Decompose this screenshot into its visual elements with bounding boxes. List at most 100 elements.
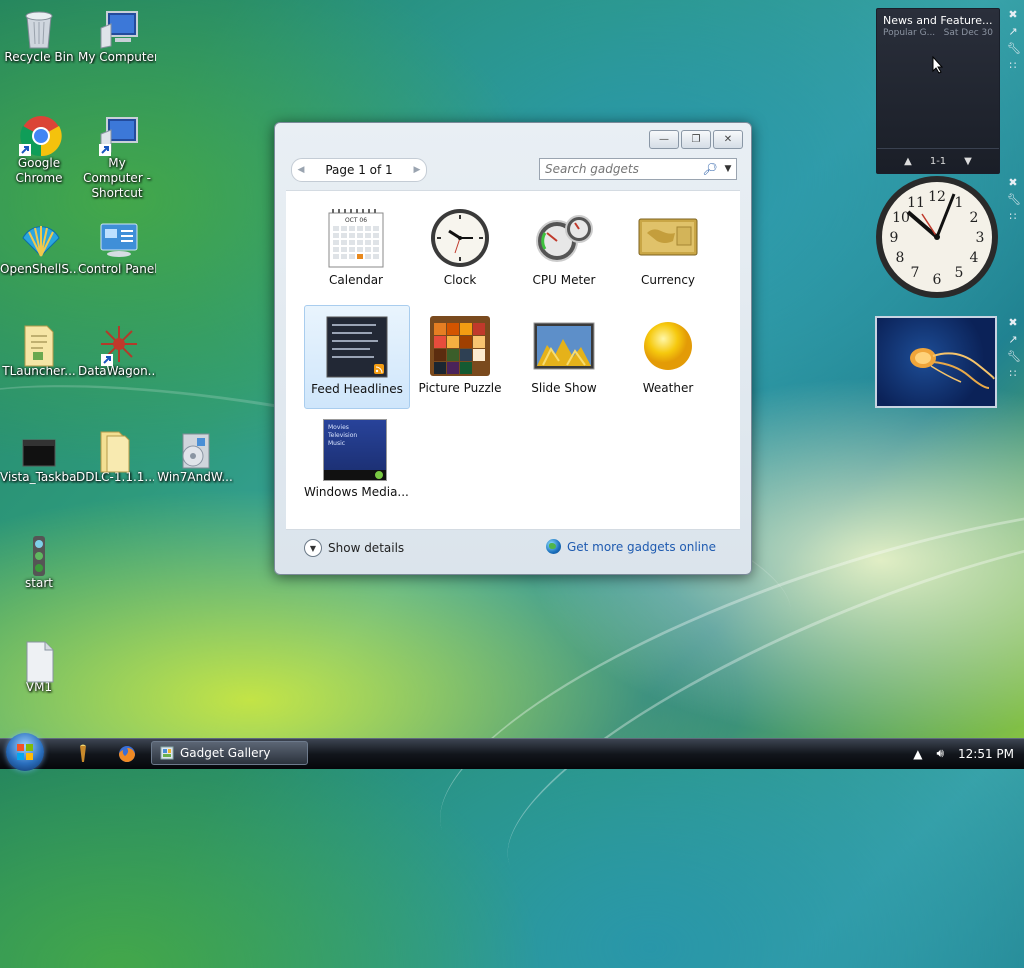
folder-icon: [19, 322, 59, 367]
page-indicator: Page 1 of 1: [325, 163, 393, 177]
quick-launch-firefox-button[interactable]: [117, 744, 137, 764]
svg-text:10: 10: [892, 210, 910, 226]
minimize-button[interactable]: —: [649, 130, 679, 149]
svg-text:2: 2: [970, 210, 979, 226]
taskbar-button-label: Gadget Gallery: [180, 746, 271, 760]
options-gadget-button[interactable]: 🔧︎: [1007, 42, 1021, 56]
gadget-picture-puzzle[interactable]: Picture Puzzle: [408, 305, 512, 407]
windows-media-icon: Movies Television Music: [323, 419, 389, 481]
gadget-feed-headlines[interactable]: Feed Headlines: [304, 305, 410, 409]
feed-source: Popular G...: [883, 28, 936, 38]
close-icon: ✕: [723, 134, 733, 145]
slide-show-icon: [533, 315, 595, 377]
show-hidden-icons-button[interactable]: ▲: [913, 747, 922, 761]
arrow-left-icon: ◀: [297, 165, 305, 175]
desktop-icon-label: My Computer - Shortcut: [83, 156, 151, 200]
desktop-icon-label: Google Chrome: [15, 156, 63, 185]
grip-icon: ∷: [1009, 367, 1017, 380]
svg-text:11: 11: [907, 195, 925, 211]
search-box: 🔎︎ ▼: [539, 158, 737, 180]
desktop-icon-vm1[interactable]: VM1: [0, 638, 78, 694]
options-gadget-button[interactable]: 🔧︎: [1007, 350, 1021, 364]
volume-button[interactable]: 🔊︎: [936, 746, 944, 761]
chrome-icon: [19, 114, 62, 157]
desktop-icon-datawagon[interactable]: DataWagon...: [78, 322, 156, 378]
svg-text:8: 8: [896, 250, 905, 266]
desktop-icon-my-computer-shortcut[interactable]: My Computer - Shortcut: [78, 114, 156, 201]
resize-icon: ↗: [1008, 25, 1018, 38]
search-input[interactable]: [540, 162, 701, 176]
currency-icon: [637, 207, 699, 269]
desktop-icon-control-panel[interactable]: Control Panel: [78, 220, 156, 276]
drag-gadget-handle[interactable]: ∷: [1007, 210, 1019, 224]
clock-button[interactable]: 12:51 PM: [958, 747, 1014, 761]
resize-gadget-button[interactable]: ↗: [1007, 333, 1019, 347]
gallery-toolbar: ◀ Page 1 of 1 ▶ 🔎︎ ▼: [291, 157, 737, 182]
gadget-slide-show[interactable]: Slide Show: [512, 305, 616, 407]
feed-navigation: ▲ 1-1 ▼: [877, 148, 999, 173]
caption-buttons: — ❐ ✕: [649, 130, 743, 149]
start-button[interactable]: [6, 733, 44, 771]
gadget-list: OCT 06 Calendar Clock CPU Meter Currency…: [286, 190, 740, 530]
desktop-icon-vista-taskbar[interactable]: Vista_Taskbar: [0, 428, 78, 484]
desktop-icon-win7andw[interactable]: Win7AndW...: [156, 428, 234, 484]
gadget-clock[interactable]: Clock: [408, 197, 512, 299]
system-tray: ▲ 🔊︎ 12:51 PM: [913, 746, 1014, 761]
gadget-cpu-meter[interactable]: CPU Meter: [512, 197, 616, 299]
drag-gadget-handle[interactable]: ∷: [1007, 59, 1019, 73]
close-gadget-button[interactable]: ✖: [1007, 316, 1019, 330]
get-more-gadgets-link[interactable]: Get more gadgets online: [545, 539, 716, 554]
close-icon: ✖: [1008, 176, 1018, 189]
desktop-icon-label: OpenShellS...: [0, 262, 78, 276]
options-gadget-button[interactable]: 🔧︎: [1007, 193, 1021, 207]
gadget-name: Currency: [640, 273, 696, 287]
restore-button[interactable]: ❐: [681, 130, 711, 149]
previous-page-button[interactable]: ◀: [292, 161, 310, 179]
desktop-icon-my-computer[interactable]: My Computer: [78, 8, 156, 64]
search-dropdown-button[interactable]: ▼: [719, 164, 736, 174]
desktop-icon-ddlc[interactable]: DDLC-1.1.1...: [76, 428, 154, 484]
gadget-calendar[interactable]: OCT 06 Calendar: [304, 197, 408, 299]
feed-next-button[interactable]: ▼: [964, 156, 972, 167]
close-gadget-button[interactable]: ✖: [1007, 176, 1019, 190]
resize-icon: ↗: [1008, 333, 1018, 346]
taskbar-button-gadget-gallery[interactable]: Gadget Gallery: [151, 741, 308, 765]
calendar-month-text: OCT 06: [345, 217, 367, 224]
desktop-icon-start[interactable]: start: [0, 534, 78, 590]
desktop-icon-openshell[interactable]: OpenShellS...: [0, 220, 78, 276]
slide-show-gadget[interactable]: [875, 316, 997, 408]
feed-prev-button[interactable]: ▲: [904, 156, 912, 167]
clock-gadget-controls: ✖ 🔧︎ ∷: [1006, 176, 1021, 224]
close-button[interactable]: ✕: [713, 130, 743, 149]
desktop-icon-label: My Computer: [78, 50, 156, 64]
gadget-name: Picture Puzzle: [418, 381, 502, 395]
clock-gadget[interactable]: 12 1 2 3 4 5 6 7 8 9 10 11: [874, 174, 1000, 300]
next-page-button[interactable]: ▶: [408, 161, 426, 179]
media-menu-item: Television: [328, 432, 358, 439]
gallery-footer: ▼ Show details Get more gadgets online: [286, 533, 740, 567]
gadget-windows-media[interactable]: Movies Television Music Windows Media...: [304, 409, 409, 511]
gadget-currency[interactable]: Currency: [616, 197, 720, 299]
feed-subtitle: Popular G... Sat Dec 30: [877, 27, 999, 39]
feed-headlines-gadget[interactable]: News and Feature... Popular G... Sat Dec…: [876, 8, 1000, 174]
gadget-weather[interactable]: Weather: [616, 305, 720, 407]
globe-icon: [545, 539, 561, 554]
expand-chevron-icon: ▼: [304, 539, 322, 557]
drag-gadget-handle[interactable]: ∷: [1007, 367, 1019, 381]
search-icon[interactable]: 🔎︎: [701, 162, 719, 176]
resize-gadget-button[interactable]: ↗: [1007, 25, 1019, 39]
quick-launch-torch-button[interactable]: [74, 744, 92, 764]
wrench-icon: 🔧︎: [1007, 350, 1021, 363]
installer-icon: [175, 428, 215, 469]
desktop-icon-tlauncher[interactable]: TLauncher...: [0, 322, 78, 378]
close-gadget-button[interactable]: ✖: [1007, 8, 1019, 22]
desktop-icon-recycle-bin[interactable]: Recycle Bin: [0, 8, 78, 64]
gadget-gallery-window[interactable]: — ❐ ✕ ◀ Page 1 of 1 ▶ 🔎︎ ▼ OCT 06: [274, 122, 752, 575]
gadget-name: Calendar: [329, 273, 383, 287]
svg-text:4: 4: [970, 250, 979, 266]
gadget-name: CPU Meter: [532, 273, 596, 287]
arrow-up-icon: ▲: [904, 155, 912, 167]
desktop-icon-google-chrome[interactable]: Google Chrome: [0, 114, 78, 186]
show-details-button[interactable]: ▼ Show details: [304, 539, 404, 557]
svg-text:1: 1: [955, 195, 964, 211]
